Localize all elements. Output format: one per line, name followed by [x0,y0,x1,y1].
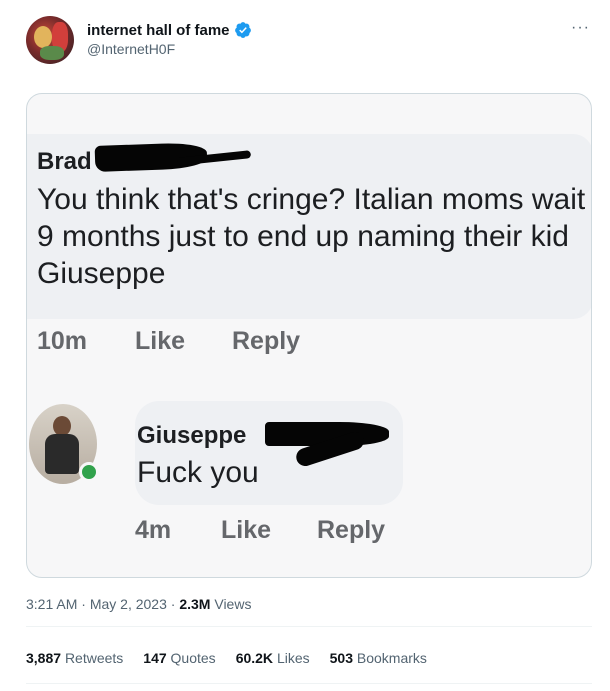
views-label: Views [214,596,252,612]
bookmarks-label: Bookmarks [356,650,427,666]
comment-time: 4m [135,516,172,544]
separator-dot: · [170,596,176,612]
comment-reply-label: Reply [232,327,301,355]
comment-like-label: Like [135,327,186,355]
retweets-count: 3,887 [26,650,62,666]
author-name-row: internet hall of fame [87,21,252,39]
verified-badge-icon[interactable] [234,21,252,39]
divider [26,626,592,627]
author-handle[interactable]: @InternetH0F [87,41,175,57]
comment-reply-label: Reply [317,516,386,544]
separator-dot: · [81,596,86,612]
tweet: internet hall of fame @InternetH0F ··· B… [0,0,610,691]
bookmarks-count: 503 [329,650,353,666]
comment-author-name: Brad [37,148,92,175]
retweets-label: Retweets [64,650,124,666]
tweet-media-image[interactable]: Brad You think that's cringe? Italian mo… [26,93,592,578]
avatar-art [53,416,71,436]
tweet-time[interactable]: 3:21 AM [26,596,77,612]
online-status-dot [79,462,99,482]
avatar-art [34,26,52,48]
comment-text: You think that's cringe? Italian moms wa… [37,183,586,290]
comment-time: 10m [37,327,88,355]
bookmarks-stat[interactable]: 503 Bookmarks [330,650,427,666]
author-avatar[interactable] [26,16,74,64]
quotes-stat[interactable]: 147 Quotes [143,650,215,666]
retweets-stat[interactable]: 3,887 Retweets [26,650,123,666]
comment-author-name: Giuseppe [137,422,247,449]
avatar-art [45,434,79,474]
comment-text: Fuck you [137,456,259,489]
quotes-label: Quotes [170,650,216,666]
avatar-art [40,46,64,60]
quotes-count: 147 [143,650,167,666]
views-count: 2.3M [179,596,211,612]
tweet-date[interactable]: May 2, 2023 [90,596,167,612]
likes-stat[interactable]: 60.2K Likes [236,650,310,666]
tweet-timestamp: 3:21 AM · May 2, 2023 · 2.3M Views [26,596,251,612]
divider [26,683,592,684]
engagement-stats: 3,887 Retweets 147 Quotes 60.2K Likes 50… [26,650,447,666]
likes-label: Likes [276,650,310,666]
likes-count: 60.2K [235,650,274,666]
author-display-name[interactable]: internet hall of fame [87,22,230,39]
more-options-icon[interactable]: ··· [571,19,590,37]
comment-like-label: Like [221,516,272,544]
